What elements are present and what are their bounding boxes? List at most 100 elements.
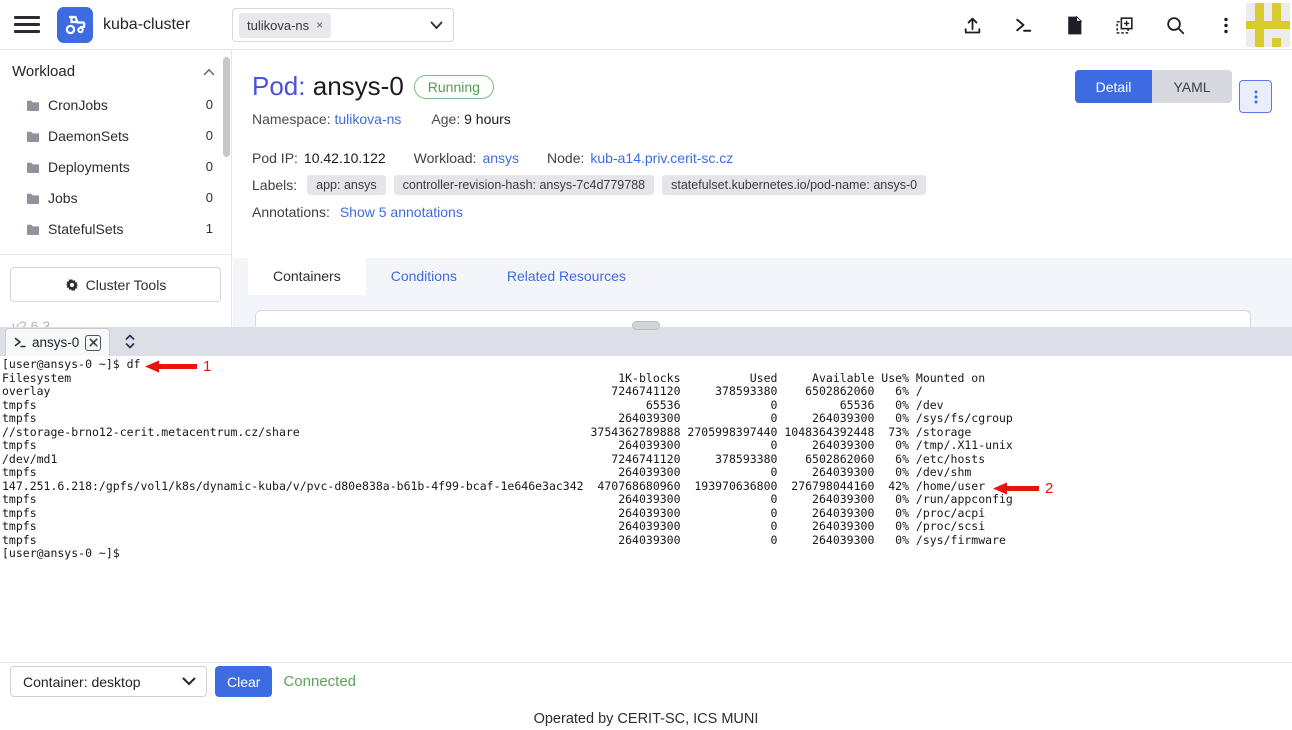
chevron-down-icon[interactable]	[430, 21, 443, 30]
yaml-button[interactable]: YAML	[1152, 70, 1232, 103]
kubectl-shell-icon[interactable]	[1013, 15, 1034, 36]
age-row: Age: 9 hours	[431, 111, 510, 127]
status-badge: Running	[414, 75, 494, 99]
shell-tab-close-button[interactable]	[85, 335, 101, 351]
sidebar-item-count: 0	[206, 159, 213, 174]
unfold-icon[interactable]	[122, 333, 138, 350]
sidebar-item-label: CronJobs	[48, 97, 206, 113]
sidebar-item-label: DaemonSets	[48, 128, 206, 144]
sidebar-item-label: StatefulSets	[48, 221, 206, 237]
pod-label-badge: controller-revision-hash: ansys-7c4d7797…	[394, 175, 655, 195]
pod-ip: Pod IP:10.42.10.122	[252, 150, 386, 166]
shell-tab-title: ansys-0	[32, 335, 79, 350]
tab-related-resources[interactable]: Related Resources	[482, 258, 651, 295]
namespace-filter[interactable]: tulikova-ns ×	[232, 8, 454, 42]
tractor-icon	[63, 13, 87, 37]
sidebar-item-count: 0	[206, 97, 213, 112]
detail-button[interactable]: Detail	[1075, 70, 1152, 103]
sidebar-item-count: 1	[206, 221, 213, 236]
arrow-left-icon	[993, 482, 1039, 495]
search-icon[interactable]	[1165, 15, 1186, 36]
sidebar-item-label: Deployments	[48, 159, 206, 175]
kebab-menu-icon[interactable]	[1216, 15, 1236, 36]
sidebar-section-label: Workload	[12, 63, 75, 80]
chip-close-icon[interactable]: ×	[316, 18, 323, 32]
import-yaml-icon[interactable]	[962, 15, 983, 36]
cluster-tools-label: Cluster Tools	[86, 277, 167, 293]
drawer-resize-handle[interactable]	[632, 321, 660, 330]
tab-conditions[interactable]: Conditions	[366, 258, 482, 295]
tab-containers[interactable]: Containers	[248, 258, 366, 295]
user-avatar[interactable]	[1246, 3, 1290, 47]
containers-table	[255, 310, 1251, 327]
kebab-icon	[1248, 89, 1264, 105]
shell-controls-bar: Container: desktop Clear Connected	[0, 662, 1292, 700]
page-title: Pod: ansys-0	[252, 71, 404, 102]
tab-zone: ContainersConditionsRelated Resources	[233, 258, 1292, 327]
annotations-label: Annotations:	[252, 204, 330, 220]
sidebar-item-jobs[interactable]: Jobs 0	[0, 182, 231, 213]
show-annotations-link[interactable]: Show 5 annotations	[340, 204, 463, 220]
gear-icon	[65, 278, 79, 292]
shell-tab-ansys-0[interactable]: ansys-0	[5, 328, 110, 356]
annotation-arrow-2: 2	[993, 480, 1053, 497]
kubeconfig-file-icon[interactable]	[1064, 15, 1084, 36]
sidebar-item-daemonsets[interactable]: DaemonSets 0	[0, 120, 231, 151]
tabs: ContainersConditionsRelated Resources	[233, 258, 1292, 295]
rancher-logo[interactable]	[57, 7, 93, 43]
container-select[interactable]: Container: desktop	[10, 666, 207, 697]
clear-button[interactable]: Clear	[215, 666, 272, 697]
copy-kubeconfig-icon[interactable]	[1114, 15, 1135, 36]
arrow-left-icon	[145, 360, 197, 373]
sidebar-item-cronjobs[interactable]: CronJobs 0	[0, 89, 231, 120]
resource-kind[interactable]: Pod:	[252, 71, 306, 101]
folder-icon	[26, 161, 40, 173]
folder-icon	[26, 192, 40, 204]
workload: Workload: ansys	[414, 150, 519, 166]
sidebar-section-workload[interactable]: Workload	[0, 50, 231, 89]
namespace-chip[interactable]: tulikova-ns ×	[239, 13, 331, 38]
folder-icon	[26, 223, 40, 235]
folder-icon	[26, 130, 40, 142]
pod-detail-main: Pod: ansys-0 Running Detail YAML Namespa…	[233, 50, 1292, 327]
top-bar: kuba-cluster tulikova-ns ×	[0, 0, 1292, 50]
sidebar-item-count: 0	[206, 128, 213, 143]
terminal-prompt-icon	[14, 337, 26, 348]
namespace-chip-label: tulikova-ns	[247, 18, 309, 33]
terminal-text: [user@ansys-0 ~]$ df Filesystem 1K-block…	[0, 356, 1292, 561]
annotation-arrow-1: 1	[145, 358, 211, 375]
sidebar: Workload CronJobs 0 DaemonSets 0 Deploym…	[0, 50, 232, 327]
annotation-number: 2	[1045, 480, 1053, 497]
page-footer: Operated by CERIT-SC, ICS MUNI	[0, 700, 1292, 730]
namespace-link[interactable]: tulikova-ns	[334, 111, 401, 127]
terminal-output[interactable]: [user@ansys-0 ~]$ df Filesystem 1K-block…	[0, 356, 1292, 662]
sidebar-item-label: Jobs	[48, 190, 206, 206]
sidebar-item-statefulsets[interactable]: StatefulSets 1	[0, 213, 231, 244]
labels-label: Labels:	[252, 177, 297, 193]
workload-link[interactable]: ansys	[482, 150, 519, 166]
sidebar-item-count: 0	[206, 190, 213, 205]
pod-label-badge: statefulset.kubernetes.io/pod-name: ansy…	[662, 175, 926, 195]
folder-icon	[26, 99, 40, 111]
shell-drawer: ansys-0 [user@ansys-0 ~]$ df Filesystem …	[0, 327, 1292, 662]
container-select-value: Container: desktop	[23, 674, 141, 690]
sidebar-scrollbar[interactable]	[223, 57, 230, 157]
sidebar-items: CronJobs 0 DaemonSets 0 Deployments 0 Jo…	[0, 89, 231, 244]
connection-status: Connected	[283, 673, 356, 690]
chevron-up-icon[interactable]	[203, 68, 215, 76]
node: Node: kub-a14.priv.cerit-sc.cz	[547, 150, 733, 166]
cluster-name: kuba-cluster	[103, 16, 190, 34]
hamburger-menu-icon[interactable]	[14, 16, 40, 34]
close-icon	[89, 338, 98, 347]
cluster-tools-button[interactable]: Cluster Tools	[10, 267, 221, 302]
pod-label-badge: app: ansys	[307, 175, 385, 195]
annotation-number: 1	[203, 358, 211, 375]
shell-drawer-header: ansys-0	[0, 327, 1292, 356]
pod-actions-kebab-button[interactable]	[1239, 80, 1272, 113]
sidebar-item-deployments[interactable]: Deployments 0	[0, 151, 231, 182]
namespace-row: Namespace: tulikova-ns	[252, 111, 401, 127]
label-badges: app: ansys controller-revision-hash: ansy…	[307, 175, 926, 195]
node-link[interactable]: kub-a14.priv.cerit-sc.cz	[590, 150, 733, 166]
chevron-down-icon	[182, 677, 196, 686]
divider	[0, 254, 231, 255]
